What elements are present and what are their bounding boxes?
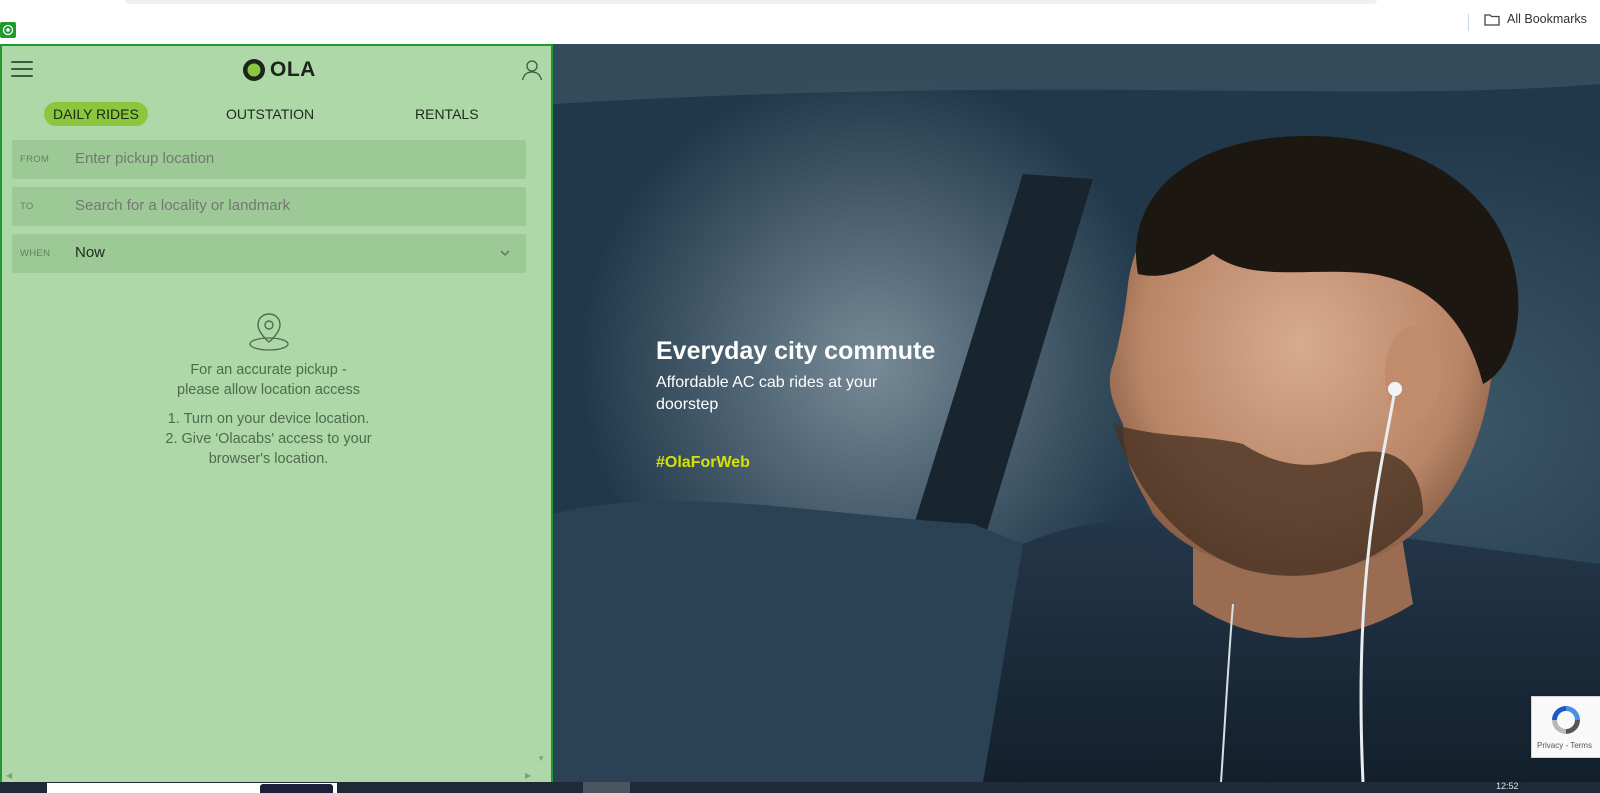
ride-type-tabs: DAILY RIDES OUTSTATION RENTALS <box>2 102 551 132</box>
all-bookmarks-button[interactable]: All Bookmarks <box>1484 12 1587 26</box>
extension-icon[interactable] <box>0 22 16 38</box>
pickup-location-input[interactable] <box>75 150 495 167</box>
to-label: TO <box>20 201 34 212</box>
destination-input[interactable] <box>75 197 495 214</box>
hamburger-menu-icon[interactable] <box>11 61 33 79</box>
when-select-value[interactable]: Now <box>75 244 495 261</box>
bookmark-separator <box>1468 14 1469 31</box>
from-label: FROM <box>20 154 50 165</box>
hero-title: Everyday city commute <box>656 337 936 365</box>
scroll-down-icon[interactable]: ▼ <box>537 754 545 763</box>
notice-line-2: please allow location access <box>177 382 360 398</box>
taskbar-clock[interactable]: 12:52 <box>1496 781 1519 791</box>
user-icon[interactable] <box>520 58 544 82</box>
logo-text: OLA <box>270 58 316 81</box>
page: OLA DAILY RIDES OUTSTATION RENTALS FROM … <box>0 44 1600 785</box>
when-field[interactable]: WHEN Now <box>12 234 526 273</box>
all-bookmarks-label: All Bookmarks <box>1507 12 1587 26</box>
recaptcha-icon <box>1552 706 1580 734</box>
hero-hashtag[interactable]: #OlaForWeb <box>656 454 750 472</box>
ola-logo-icon <box>243 59 265 81</box>
tab-outstation[interactable]: OUTSTATION <box>217 102 323 126</box>
hero-subtitle: Affordable AC cab rides at your doorstep <box>656 374 878 413</box>
scroll-right-icon[interactable]: ▶ <box>525 771 531 780</box>
taskbar-app-button-active[interactable] <box>583 782 630 793</box>
os-taskbar: 12:52 <box>0 781 1600 793</box>
address-bar-edge[interactable] <box>125 0 1377 4</box>
from-field[interactable]: FROM <box>12 140 526 179</box>
booking-panel: OLA DAILY RIDES OUTSTATION RENTALS FROM … <box>0 44 553 785</box>
notice-step-2: 2. Give 'Olacabs' access to your <box>165 431 372 447</box>
notice-line-1: For an accurate pickup - <box>190 362 347 378</box>
scroll-left-icon[interactable]: ◀ <box>6 771 12 780</box>
panel-header: OLA <box>2 46 551 102</box>
taskbar-app-button[interactable] <box>260 784 333 793</box>
folder-icon <box>1484 13 1500 26</box>
hero-banner: Everyday city commute Affordable AC cab … <box>553 44 1600 782</box>
location-pin-icon <box>248 313 289 351</box>
when-label: WHEN <box>20 248 51 259</box>
tab-rentals[interactable]: RENTALS <box>406 102 488 126</box>
chevron-down-icon[interactable] <box>498 246 512 260</box>
browser-toolbar: All Bookmarks <box>0 0 1600 44</box>
recaptcha-badge[interactable]: Privacy - Terms <box>1531 696 1600 758</box>
ola-logo[interactable]: OLA <box>242 58 316 82</box>
notice-step-1: 1. Turn on your device location. <box>167 411 370 427</box>
tab-daily-rides[interactable]: DAILY RIDES <box>44 102 148 126</box>
recaptcha-privacy-terms[interactable]: Privacy - Terms <box>1537 741 1592 750</box>
to-field[interactable]: TO <box>12 187 526 226</box>
horizontal-scrollbar[interactable]: ◀ ▶ <box>2 769 551 783</box>
location-access-notice: For an accurate pickup - please allow lo… <box>2 310 535 469</box>
notice-step-2b: browser's location. <box>208 451 329 467</box>
